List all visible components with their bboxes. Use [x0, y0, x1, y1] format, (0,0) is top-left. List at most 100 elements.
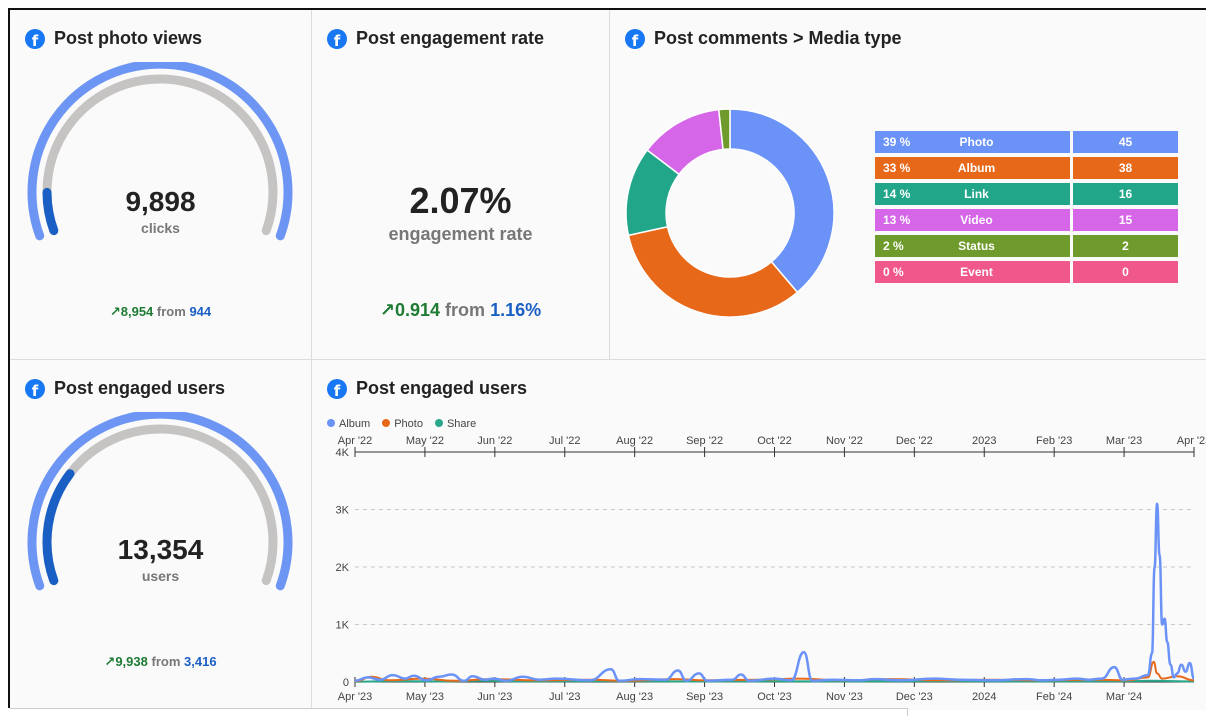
card-title-text: Post engaged users [54, 378, 226, 398]
card-title-text: Post comments > Media type [654, 28, 902, 48]
top-axis-label: May '22 [406, 435, 444, 447]
engaged-users-line-chart: 4K 3K 2K 1K 0 Apr '22 May '22 Jun '22 Jul '22 Aug… [336, 435, 1206, 703]
top-axis-label: 2023 [972, 435, 996, 447]
album-dot-icon [327, 419, 335, 427]
media-row-name: Event [960, 265, 993, 279]
bottom-axis-label: Jul '23 [549, 691, 580, 703]
engagement-rate-card: f Post engagement rate 2.07% engagement … [312, 10, 610, 360]
media-row-event[interactable]: 0 % Event 0 [875, 261, 1178, 283]
media-row-photo[interactable]: 39 % Photo 45 [875, 131, 1178, 153]
engaged-users-gauge-card: f Post engaged users 13,354 users ↗9,938… [10, 360, 312, 710]
trend-up-icon: ↗ [379, 300, 395, 320]
bottom-axis-label: Apr '23 [338, 691, 373, 703]
engaged-users-value: 13,354 [117, 534, 204, 565]
engaged-users-title: f Post engaged users [25, 378, 225, 399]
media-row-label: 39 % Photo [875, 131, 1070, 153]
photo-views-title: f Post photo views [25, 28, 202, 49]
engaged-users-unit: users [141, 568, 180, 584]
media-row-label: 2 % Status [875, 235, 1070, 257]
top-axis-label: Apr '23 [1177, 435, 1206, 447]
bottom-axis-label: May '23 [406, 691, 444, 703]
engaged-users-gauge [27, 412, 293, 591]
top-axis-label: Apr '22 [338, 435, 373, 447]
bottom-strip [10, 708, 908, 716]
photo-views-change: ↗8,954 from 944 [109, 304, 212, 319]
media-row-value: 15 [1073, 209, 1178, 231]
top-axis-label: Aug '22 [616, 435, 653, 447]
media-type-table: 39 % Photo 45 33 % Album 38 14 % Link 16 13 % Vide… [875, 131, 1178, 287]
photo-dot-icon [382, 419, 391, 427]
media-row-percent: 0 % [883, 265, 904, 279]
engagement-rate-title: f Post engagement rate [327, 28, 544, 49]
media-row-name: Status [958, 239, 995, 253]
engagement-rate-value: 2.07% [409, 180, 512, 221]
bottom-axis-label: Oct '23 [757, 691, 792, 703]
media-row-album[interactable]: 33 % Album 38 [875, 157, 1178, 179]
media-row-name: Album [957, 161, 996, 175]
media-row-percent: 14 % [883, 187, 911, 201]
series-line-album [354, 502, 1196, 683]
bottom-axis-label: Aug '23 [616, 691, 653, 703]
media-row-video[interactable]: 13 % Video 15 [875, 209, 1178, 231]
y-tick-label: 3K [336, 505, 350, 517]
photo-views-unit: clicks [141, 220, 180, 236]
y-tick-label: 2K [336, 562, 350, 574]
legend-item-photo[interactable]: Photo [382, 418, 423, 430]
top-axis-label: Nov '22 [826, 435, 863, 447]
y-tick-label: 4K [336, 447, 350, 459]
top-axis-label: Jun '22 [477, 435, 512, 447]
media-row-label: 13 % Video [875, 209, 1070, 231]
engagement-rate-change: ↗0.914 from 1.16% [379, 300, 542, 320]
top-axis-label: Sep '22 [686, 435, 723, 447]
media-row-value: 2 [1073, 235, 1178, 257]
media-row-label: 0 % Event [875, 261, 1070, 283]
legend-item-share[interactable]: Share [434, 418, 476, 430]
top-axis-label: Mar '23 [1106, 435, 1142, 447]
dashboard-frame: f Post photo views 9,898 clicks ↗8,954 f… [8, 8, 1206, 710]
media-row-name: Link [964, 187, 989, 201]
facebook-icon: f [327, 28, 347, 49]
media-row-link[interactable]: 14 % Link 16 [875, 183, 1178, 205]
facebook-icon: f [25, 378, 45, 399]
chart-legend[interactable]: Album Photo Share [327, 418, 476, 430]
media-row-label: 33 % Album [875, 157, 1070, 179]
media-row-status[interactable]: 2 % Status 2 [875, 235, 1178, 257]
bottom-axis-label: 2024 [972, 691, 996, 703]
card-title-text: Post engagement rate [356, 28, 545, 48]
facebook-icon: f [625, 28, 645, 49]
media-row-percent: 33 % [883, 161, 911, 175]
donut-slice-album[interactable] [627, 225, 799, 318]
donut-slice-photo[interactable] [729, 108, 835, 294]
y-tick-label: 1K [336, 620, 350, 632]
media-row-label: 14 % Link [875, 183, 1070, 205]
bottom-axis-label: Sep '23 [686, 691, 723, 703]
comments-media-card: f Post comments > Media type 39 % Photo 45… [610, 10, 1206, 360]
top-axis-label: Jul '22 [549, 435, 580, 447]
share-dot-icon [434, 419, 443, 427]
y-tick-label: 0 [343, 677, 349, 689]
photo-views-card: f Post photo views 9,898 clicks ↗8,954 f… [10, 10, 312, 360]
media-row-percent: 39 % [883, 135, 911, 149]
media-row-name: Photo [959, 135, 994, 149]
bottom-axis-label: Mar '24 [1106, 691, 1142, 703]
bottom-axis-label: Feb '24 [1036, 691, 1072, 703]
media-row-name: Video [960, 213, 993, 227]
trend-up-icon: ↗ [104, 654, 116, 669]
legend-item-album[interactable]: Album [327, 418, 370, 430]
bottom-axis-label: Jun '23 [477, 691, 512, 703]
photo-views-gauge [27, 62, 293, 241]
comments-media-title: f Post comments > Media type [625, 28, 902, 49]
media-row-percent: 2 % [883, 239, 904, 253]
engagement-rate-unit: engagement rate [388, 224, 533, 244]
card-title-text: Post photo views [54, 28, 203, 48]
media-row-percent: 13 % [883, 213, 911, 227]
top-axis-label: Dec '22 [896, 435, 933, 447]
media-row-value: 45 [1073, 131, 1178, 153]
facebook-icon: f [327, 378, 347, 399]
top-axis-label: Feb '23 [1036, 435, 1072, 447]
bottom-axis-label: Nov '23 [826, 691, 863, 703]
facebook-icon: f [25, 28, 45, 49]
photo-views-value: 9,898 [125, 186, 196, 217]
media-row-value: 16 [1073, 183, 1178, 205]
engaged-users-change: ↗9,938 from 3,416 [104, 654, 217, 669]
